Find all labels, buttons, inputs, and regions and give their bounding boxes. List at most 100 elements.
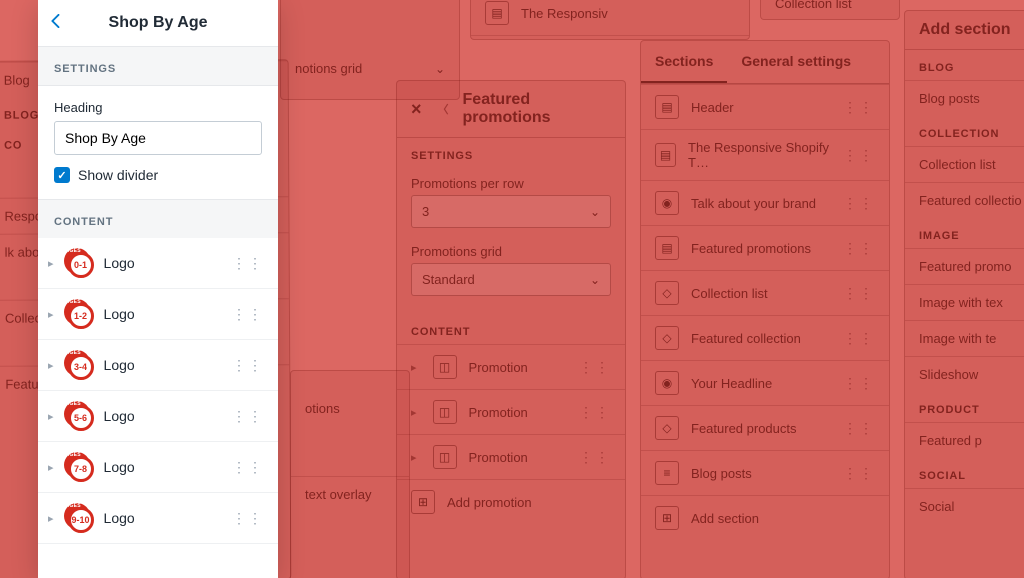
content-label: CONTENT <box>397 314 625 344</box>
list-item[interactable]: ▸◫Promotion⋮⋮ <box>397 434 625 479</box>
add-icon: ⊞ <box>655 506 679 530</box>
page-title: Shop By Age <box>50 14 266 32</box>
drag-handle-icon: ⋮⋮ <box>843 195 875 212</box>
close-icon[interactable]: × <box>411 99 422 120</box>
bg-sections-panel: Sections General settings ▤Header⋮⋮ ▤The… <box>640 40 890 578</box>
age-badge-icon: AGES5-6 <box>64 401 94 431</box>
field-label: Promotions grid <box>411 244 611 259</box>
add-icon: ⊞ <box>411 490 435 514</box>
bg-add-section-panel: Add section BLOG Blog posts COLLECTION C… <box>904 10 1024 578</box>
list-item[interactable]: ▤Featured promotions⋮⋮ <box>641 225 889 270</box>
drag-handle-icon: ⋮⋮ <box>843 465 875 482</box>
drag-handle-icon: ⋮⋮ <box>843 99 875 116</box>
list-item[interactable]: ◇Featured products⋮⋮ <box>641 405 889 450</box>
content-list: ▸ AGES0-1 Logo ⋮⋮ ▸ AGES1-2 Logo ⋮⋮ ▸ AG… <box>38 238 278 578</box>
per-row-select[interactable]: 3⌄ <box>411 195 611 228</box>
list-item[interactable]: ▸ AGES9-10 Logo ⋮⋮ <box>38 493 278 544</box>
age-badge-icon: AGES0-1 <box>64 248 94 278</box>
item-label: Logo <box>104 357 135 373</box>
drag-handle-icon[interactable]: ⋮⋮ <box>232 459 264 476</box>
drag-handle-icon[interactable]: ⋮⋮ <box>232 510 264 527</box>
bg-featured-panel: × 〈 Featured promotions SETTINGS Promoti… <box>396 80 626 578</box>
list-item[interactable]: Featured collectio <box>905 182 1024 218</box>
list-item[interactable]: ▸◫Promotion⋮⋮ <box>397 389 625 434</box>
field-label: Promotions per row <box>411 176 611 191</box>
list-item[interactable]: Image with te <box>905 320 1024 356</box>
expand-icon: ▸ <box>48 359 54 372</box>
bg-scatter-top3: Collection list <box>760 0 900 20</box>
list-item[interactable]: ▸ AGES7-8 Logo ⋮⋮ <box>38 442 278 493</box>
list-item[interactable]: ▸ AGES5-6 Logo ⋮⋮ <box>38 391 278 442</box>
drag-handle-icon: ⋮⋮ <box>579 404 611 421</box>
drag-handle-icon[interactable]: ⋮⋮ <box>232 357 264 374</box>
list-item[interactable]: ◇Collection list⋮⋮ <box>641 270 889 315</box>
shop-by-age-panel: Shop By Age SETTINGS Heading ✓ Show divi… <box>38 0 278 578</box>
list-item[interactable]: Featured p <box>905 422 1024 458</box>
drag-handle-icon: ⋮⋮ <box>843 240 875 257</box>
checkbox-label: Show divider <box>78 167 158 183</box>
drag-handle-icon: ⋮⋮ <box>843 375 875 392</box>
section-icon: ▤ <box>655 236 679 260</box>
list-item[interactable]: Blog posts <box>905 80 1024 116</box>
camera-icon: ◉ <box>655 371 679 395</box>
header-icon: ▤ <box>655 95 679 119</box>
drag-handle-icon: ⋮⋮ <box>843 147 875 164</box>
list-item[interactable]: ▤The Responsive Shopify T…⋮⋮ <box>641 129 889 180</box>
list-item[interactable]: Image with tex <box>905 284 1024 320</box>
tag-icon: ◇ <box>655 326 679 350</box>
age-badge-icon: AGES1-2 <box>64 299 94 329</box>
back-button[interactable] <box>48 12 62 33</box>
promotion-icon: ◫ <box>433 445 457 469</box>
back-icon[interactable]: 〈 <box>438 101 449 117</box>
expand-icon: ▸ <box>48 410 54 423</box>
bg-scatter-top2: ▤The Responsiv ◉Talk about your brand <box>470 0 750 40</box>
list-item[interactable]: ▸◫Promotion⋮⋮ <box>397 344 625 389</box>
drag-handle-icon[interactable]: ⋮⋮ <box>232 408 264 425</box>
list-item[interactable]: ◉Talk about your brand⋮⋮ <box>641 180 889 225</box>
list-item[interactable]: ◉Your Headline⋮⋮ <box>641 360 889 405</box>
item-label: Logo <box>104 510 135 526</box>
heading-field-label: Heading <box>54 100 262 115</box>
age-badge-icon: AGES7-8 <box>64 452 94 482</box>
list-item[interactable]: ▸ AGES0-1 Logo ⋮⋮ <box>38 238 278 289</box>
drag-handle-icon[interactable]: ⋮⋮ <box>232 306 264 323</box>
section-icon: ▤ <box>655 143 676 167</box>
item-label: Logo <box>104 255 135 271</box>
chevron-left-icon <box>48 14 62 28</box>
heading-input[interactable] <box>54 121 262 155</box>
list-item[interactable]: Featured promo <box>905 248 1024 284</box>
show-divider-checkbox[interactable]: ✓ Show divider <box>54 167 262 183</box>
drag-handle-icon: ⋮⋮ <box>579 449 611 466</box>
tab-sections[interactable]: Sections <box>641 41 727 83</box>
promotion-icon: ◫ <box>433 355 457 379</box>
list-item[interactable]: Slideshow <box>905 356 1024 392</box>
drag-handle-icon[interactable]: ⋮⋮ <box>232 255 264 272</box>
list-item[interactable]: Collection list <box>905 146 1024 182</box>
content-label: CONTENT <box>38 200 278 238</box>
age-badge-icon: AGES9-10 <box>64 503 94 533</box>
add-section[interactable]: ⊞Add section <box>641 495 889 540</box>
list-item[interactable]: ≡Blog posts⋮⋮ <box>641 450 889 495</box>
section-icon: ▤ <box>485 1 509 25</box>
tag-icon: ◇ <box>655 416 679 440</box>
tab-general-settings[interactable]: General settings <box>727 41 865 83</box>
tag-icon: ◇ <box>655 281 679 305</box>
list-item[interactable]: ▸ AGES1-2 Logo ⋮⋮ <box>38 289 278 340</box>
drag-handle-icon: ⋮⋮ <box>843 420 875 437</box>
promotion-icon: ◫ <box>433 400 457 424</box>
item-label: Logo <box>104 306 135 322</box>
item-label: Logo <box>104 408 135 424</box>
list-item[interactable]: ▤Header⋮⋮ <box>641 84 889 129</box>
expand-icon: ▸ <box>48 257 54 270</box>
grid-select[interactable]: Standard⌄ <box>411 263 611 296</box>
panel-title: Featured promotions <box>463 91 611 127</box>
list-item[interactable]: ▸ AGES3-4 Logo ⋮⋮ <box>38 340 278 391</box>
panel-title: Add section <box>919 21 1011 39</box>
list-item[interactable]: ◇Featured collection⋮⋮ <box>641 315 889 360</box>
settings-label: SETTINGS <box>397 138 625 168</box>
add-promotion[interactable]: ⊞Add promotion <box>397 479 625 524</box>
list-item[interactable]: Social <box>905 488 1024 524</box>
camera-icon: ◉ <box>655 191 679 215</box>
drag-handle-icon: ⋮⋮ <box>843 285 875 302</box>
expand-icon: ▸ <box>48 512 54 525</box>
